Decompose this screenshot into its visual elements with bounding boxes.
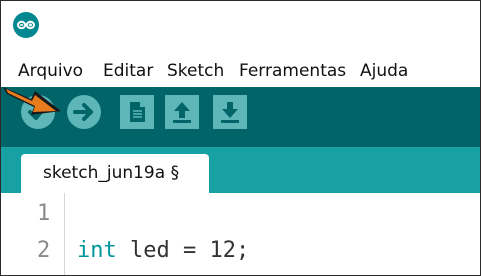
code-text: led = 12; bbox=[116, 238, 250, 263]
title-bar bbox=[1, 1, 480, 57]
code-keyword: int bbox=[77, 238, 117, 263]
ide-window: Arquivo Editar Sketch Ferramentas Ajuda bbox=[0, 0, 481, 276]
menu-bar: Arquivo Editar Sketch Ferramentas Ajuda bbox=[1, 56, 480, 88]
upload-button[interactable] bbox=[67, 95, 101, 129]
code-line[interactable]: int led = 12; bbox=[77, 238, 249, 263]
tab-strip: sketch_jun19a § bbox=[1, 147, 480, 193]
line-number: 1 bbox=[37, 201, 51, 226]
save-button[interactable] bbox=[213, 95, 247, 129]
new-file-icon bbox=[130, 102, 145, 122]
gutter-divider bbox=[64, 193, 65, 275]
code-editor[interactable]: 1 2 int led = 12; bbox=[1, 193, 480, 275]
new-sketch-button[interactable] bbox=[120, 95, 154, 129]
menu-ajuda[interactable]: Ajuda bbox=[360, 61, 408, 81]
tab-sketch[interactable]: sketch_jun19a § bbox=[21, 154, 209, 193]
menu-editar[interactable]: Editar bbox=[103, 61, 153, 81]
tab-label: sketch_jun19a § bbox=[43, 163, 180, 183]
up-arrow-icon bbox=[173, 102, 191, 123]
right-arrow-icon bbox=[73, 103, 93, 121]
menu-sketch[interactable]: Sketch bbox=[167, 61, 224, 81]
arduino-logo-icon bbox=[13, 12, 39, 38]
down-arrow-icon bbox=[221, 102, 239, 123]
line-number: 2 bbox=[37, 238, 51, 263]
open-button[interactable] bbox=[165, 95, 199, 129]
menu-ferramentas[interactable]: Ferramentas bbox=[239, 61, 346, 81]
pointer-arrow-icon bbox=[3, 87, 61, 115]
toolbar bbox=[1, 87, 480, 147]
